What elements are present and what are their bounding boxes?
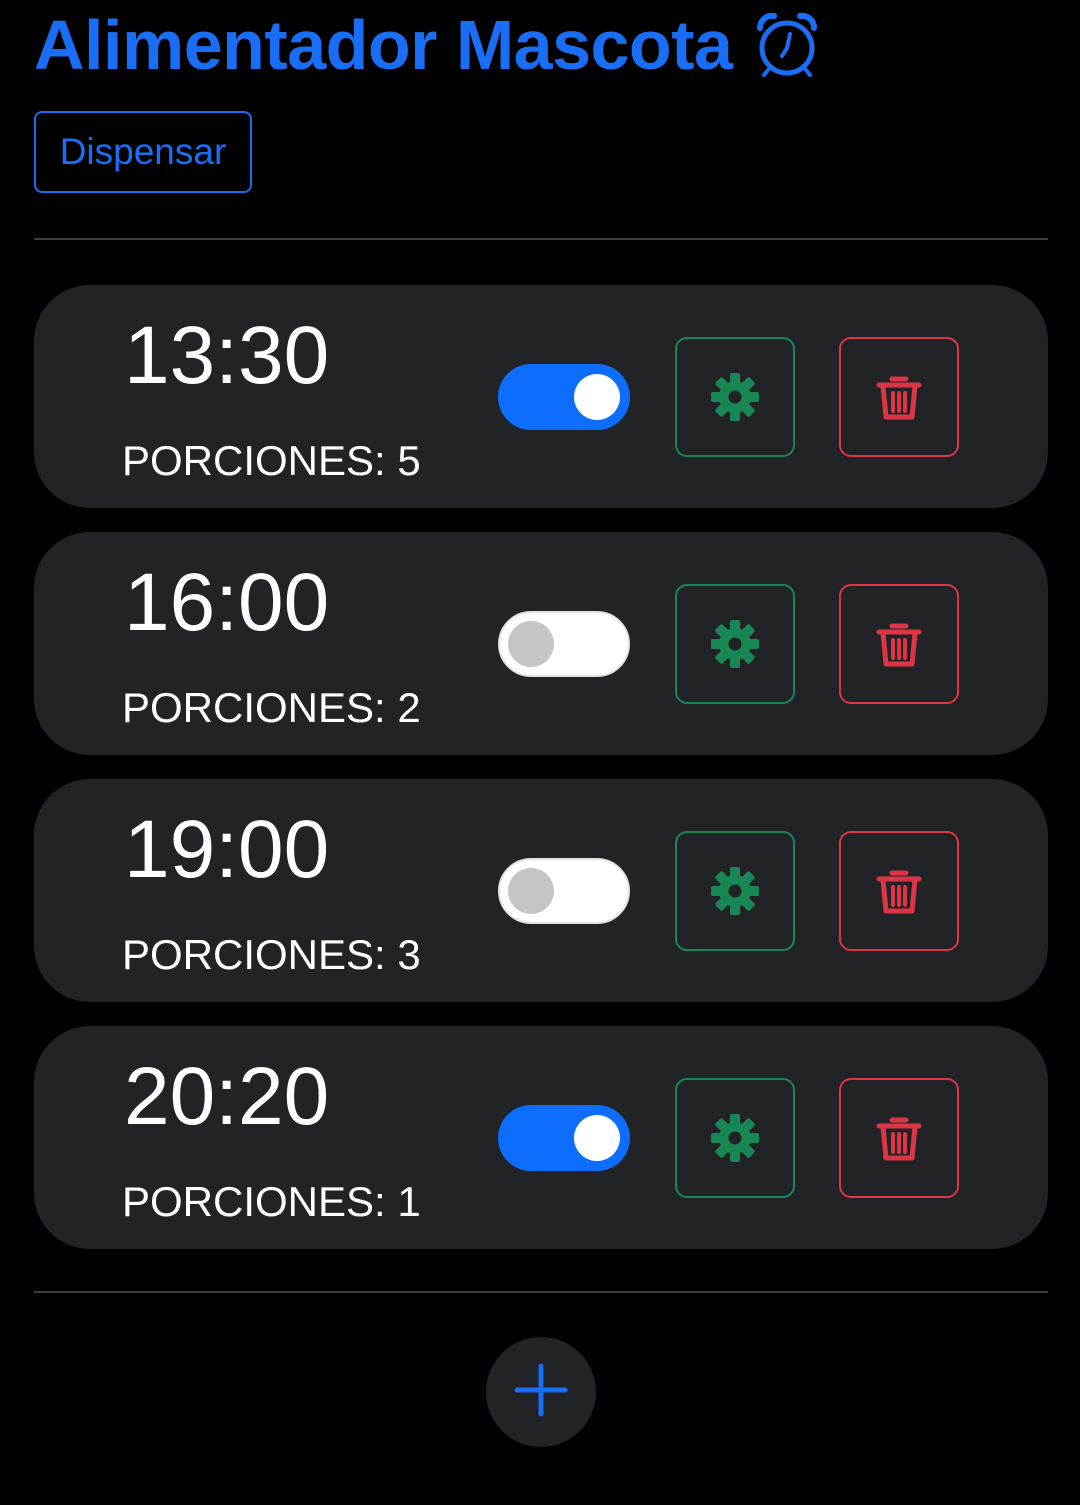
schedule-card: 20:20 PORCIONES: 1: [34, 1026, 1048, 1249]
toggle-knob: [508, 868, 554, 914]
delete-button[interactable]: [839, 337, 959, 457]
settings-button[interactable]: [675, 831, 795, 951]
schedule-card: 13:30 PORCIONES: 5: [34, 285, 1048, 508]
toggle-knob: [574, 1115, 620, 1161]
settings-button[interactable]: [675, 584, 795, 704]
delete-button[interactable]: [839, 831, 959, 951]
schedule-portions: PORCIONES: 3: [122, 931, 421, 978]
schedule-card: 16:00 PORCIONES: 2: [34, 532, 1048, 755]
plus-icon: [511, 1360, 571, 1425]
toggle-knob: [508, 621, 554, 667]
trash-icon: [873, 371, 925, 423]
delete-button[interactable]: [839, 1078, 959, 1198]
bottom-divider: [34, 1291, 1048, 1293]
schedule-enabled-toggle[interactable]: [498, 611, 630, 677]
schedule-time: 20:20: [124, 1051, 330, 1142]
schedule-card: 19:00 PORCIONES: 3: [34, 779, 1048, 1002]
schedule-list: 13:30 PORCIONES: 5 16:00 PORCIONES: 2 19…: [34, 285, 1048, 1273]
schedule-enabled-toggle[interactable]: [498, 1105, 630, 1171]
settings-button[interactable]: [675, 1078, 795, 1198]
trash-icon: [873, 1112, 925, 1164]
schedule-time: 19:00: [124, 804, 330, 895]
trash-icon: [873, 618, 925, 670]
gear-icon: [709, 1112, 761, 1164]
settings-button[interactable]: [675, 337, 795, 457]
delete-button[interactable]: [839, 584, 959, 704]
trash-icon: [873, 865, 925, 917]
gear-icon: [709, 618, 761, 670]
schedule-enabled-toggle[interactable]: [498, 364, 630, 430]
alarm-clock-icon: [752, 10, 822, 80]
schedule-portions: PORCIONES: 5: [122, 437, 421, 484]
page-title: Alimentador Mascota: [34, 6, 733, 84]
schedule-portions: PORCIONES: 1: [122, 1178, 421, 1225]
schedule-time: 16:00: [124, 557, 330, 648]
top-divider: [34, 238, 1048, 240]
dispense-button[interactable]: Dispensar: [34, 111, 252, 193]
add-schedule-button[interactable]: [486, 1337, 596, 1447]
app-header: Alimentador Mascota: [34, 0, 822, 90]
schedule-enabled-toggle[interactable]: [498, 858, 630, 924]
gear-icon: [709, 865, 761, 917]
schedule-time: 13:30: [124, 310, 330, 401]
gear-icon: [709, 371, 761, 423]
schedule-portions: PORCIONES: 2: [122, 684, 421, 731]
toggle-knob: [574, 374, 620, 420]
